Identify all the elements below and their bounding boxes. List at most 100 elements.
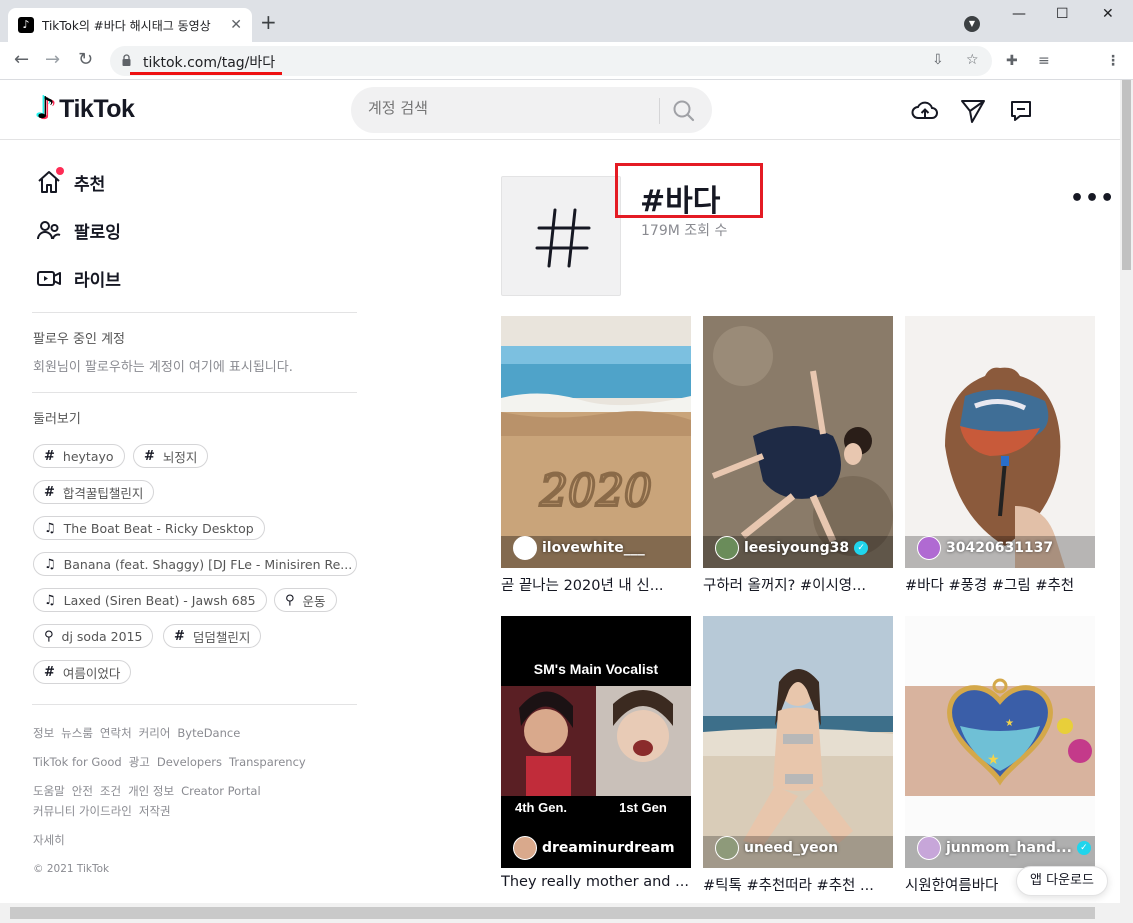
following-accounts-title: 팔로우 중인 계정 xyxy=(33,332,125,347)
footer-link[interactable]: 뉴스룸 xyxy=(61,726,93,740)
footer-link[interactable]: 저작권 xyxy=(139,804,171,818)
scrollbar-thumb[interactable] xyxy=(1122,80,1131,270)
video-card[interactable]: SM's Main Vocalist 4th Gen. 1st Gen drea… xyxy=(501,616,691,890)
discover-chip[interactable]: # 뇌정지 xyxy=(133,444,209,468)
avatar xyxy=(513,536,537,560)
browser-tab[interactable]: ♪ TikTok의 #바다 해시태그 동영상 ✕ xyxy=(8,8,252,42)
url-highlight-underline xyxy=(130,72,282,75)
live-camera-icon xyxy=(37,271,61,286)
video-thumbnail[interactable]: SM's Main Vocalist 4th Gen. 1st Gen drea… xyxy=(501,616,691,868)
discover-chip[interactable]: ♫ Banana (feat. Shaggy) [DJ FLe - Minisir… xyxy=(33,552,357,576)
maximize-button[interactable]: ☐ xyxy=(1056,6,1069,22)
overlay-title: SM's Main Vocalist xyxy=(534,661,659,677)
video-caption[interactable]: #바다 #풍경 #그림 #추천 xyxy=(905,574,1095,595)
discover-chip[interactable]: ♫ Laxed (Siren Beat) - Jawsh 685 xyxy=(33,588,267,612)
video-author[interactable]: uneed_yeon xyxy=(715,836,838,860)
footer-link[interactable]: 조건 xyxy=(100,784,121,798)
footer-link[interactable]: Developers xyxy=(157,755,222,769)
video-thumbnail[interactable]: uneed_yeon xyxy=(703,616,893,868)
painted-leaf-thumbnail xyxy=(905,316,1095,568)
footer-more-link[interactable]: 자세히 xyxy=(33,832,65,848)
logo-text: TikTok xyxy=(59,94,135,123)
back-button[interactable]: ← xyxy=(14,50,29,70)
discover-chip[interactable]: # 덤덤챌린지 xyxy=(163,624,262,648)
discover-chip[interactable]: # 여름이었다 xyxy=(33,660,132,684)
url-text[interactable]: tiktok.com/tag/바다 xyxy=(143,52,275,72)
minimize-button[interactable]: — xyxy=(1012,6,1026,22)
discover-chip[interactable]: ⚲ 운동 xyxy=(274,588,337,612)
video-card[interactable]: 30420631137 #바다 #풍경 #그림 #추천 xyxy=(905,316,1095,595)
avatar xyxy=(715,536,739,560)
search-icon[interactable] xyxy=(671,98,697,122)
video-author[interactable]: leesiyoung38 ✓ xyxy=(715,536,869,560)
video-thumbnail[interactable]: leesiyoung38 ✓ xyxy=(703,316,893,568)
bookmark-star-icon[interactable]: ☆ xyxy=(966,52,979,68)
discover-chip[interactable]: ♫ The Boat Beat - Ricky Desktop xyxy=(33,516,265,540)
new-tab-button[interactable]: + xyxy=(260,12,277,32)
video-card[interactable]: ★ ★ junmom_hand... ✓ 시원한여름바다 xyxy=(905,616,1095,895)
search-input[interactable] xyxy=(368,99,648,117)
inbox-icon[interactable] xyxy=(1007,98,1035,124)
video-caption[interactable]: 곧 끝나는 2020년 내 신... xyxy=(501,574,691,595)
video-thumbnail[interactable]: 2020 ilovewhite___ xyxy=(501,316,691,568)
video-author[interactable]: dreaminurdream xyxy=(513,836,675,860)
upload-cloud-icon[interactable] xyxy=(911,98,939,124)
extensions-icon[interactable]: ✚ xyxy=(1006,53,1018,69)
discover-chip[interactable]: ⚲ dj soda 2015 xyxy=(33,624,154,648)
scrollbar-thumb[interactable] xyxy=(10,907,1095,919)
footer-link[interactable]: Transparency xyxy=(229,755,306,769)
footer-link[interactable]: Creator Portal xyxy=(181,784,261,798)
video-caption[interactable]: #틱톡 #추천떠라 #추천 ... xyxy=(703,874,893,895)
download-app-button[interactable]: 앱 다운로드 xyxy=(1016,866,1108,896)
video-thumbnail[interactable]: 30420631137 xyxy=(905,316,1095,568)
sidebar-item-live[interactable]: 라이브 xyxy=(36,265,121,291)
footer-link[interactable]: 커리어 xyxy=(139,726,171,740)
messages-send-icon[interactable] xyxy=(959,98,987,124)
more-options-icon[interactable]: ••• xyxy=(1070,186,1115,211)
browser-menu-icon[interactable]: ⋮ xyxy=(1106,53,1120,69)
footer-link[interactable]: 광고 xyxy=(129,755,150,769)
beach-2020-thumbnail: 2020 xyxy=(501,316,691,568)
music-note-icon: ♫ xyxy=(44,520,56,536)
footer-link[interactable]: 개인 정보 xyxy=(128,784,174,798)
discover-chip[interactable]: # heytayo xyxy=(33,444,125,468)
tiktok-logo[interactable]: ♪ TikTok xyxy=(36,94,135,124)
reload-button[interactable]: ↻ xyxy=(78,50,93,70)
media-control-icon[interactable]: ≡ xyxy=(1038,53,1050,69)
video-thumbnail[interactable]: ★ ★ junmom_hand... ✓ xyxy=(905,616,1095,868)
footer-link[interactable]: 안전 xyxy=(72,784,93,798)
video-card[interactable]: leesiyoung38 ✓ 구하러 올꺼지? #이시영... xyxy=(703,316,893,595)
footer-link[interactable]: ByteDance xyxy=(177,726,240,740)
tag-view-count: 179M 조회 수 xyxy=(641,223,728,239)
footer-link[interactable]: 도움말 xyxy=(33,784,65,798)
address-bar[interactable]: tiktok.com/tag/바다 ⇩ ☆ xyxy=(110,46,992,76)
video-card[interactable]: uneed_yeon #틱톡 #추천떠라 #추천 ... xyxy=(703,616,893,895)
overlay-right-label: 1st Gen xyxy=(619,800,667,815)
close-window-button[interactable]: ✕ xyxy=(1102,6,1114,22)
forward-button[interactable]: → xyxy=(45,50,60,70)
video-author[interactable]: ilovewhite___ xyxy=(513,536,645,560)
sidebar-item-following[interactable]: 팔로잉 xyxy=(36,217,121,243)
footer-link[interactable]: 정보 xyxy=(33,726,54,740)
video-caption[interactable]: They really mother and ... xyxy=(501,874,691,890)
tab-search-icon[interactable]: ▼ xyxy=(964,16,980,32)
install-app-icon[interactable]: ⇩ xyxy=(932,52,944,68)
footer-link[interactable]: 커뮤니티 가이드라인 xyxy=(33,804,132,818)
video-card[interactable]: 2020 ilovewhite___ 곧 끝나는 2020년 내 신... xyxy=(501,316,691,595)
vertical-scrollbar[interactable] xyxy=(1120,80,1133,903)
footer-link[interactable]: TikTok for Good xyxy=(33,755,122,769)
avatar xyxy=(917,536,941,560)
lock-icon xyxy=(122,54,131,66)
tab-close-icon[interactable]: ✕ xyxy=(230,17,242,33)
sidebar-item-for-you[interactable]: 추천 xyxy=(36,167,106,195)
horizontal-scrollbar[interactable] xyxy=(0,903,1133,923)
discover-chip[interactable]: # 합격꿀팁챌린지 xyxy=(33,480,155,504)
sidebar-item-label: 추천 xyxy=(74,174,106,195)
search-divider xyxy=(659,98,660,124)
discover-title: 둘러보기 xyxy=(33,412,81,427)
video-author[interactable]: 30420631137 xyxy=(917,536,1053,560)
footer-link[interactable]: 연락처 xyxy=(100,726,132,740)
video-caption[interactable]: 구하러 올꺼지? #이시영... xyxy=(703,574,893,595)
video-author[interactable]: junmom_hand... ✓ xyxy=(917,836,1091,860)
sidebar-divider xyxy=(32,312,357,313)
